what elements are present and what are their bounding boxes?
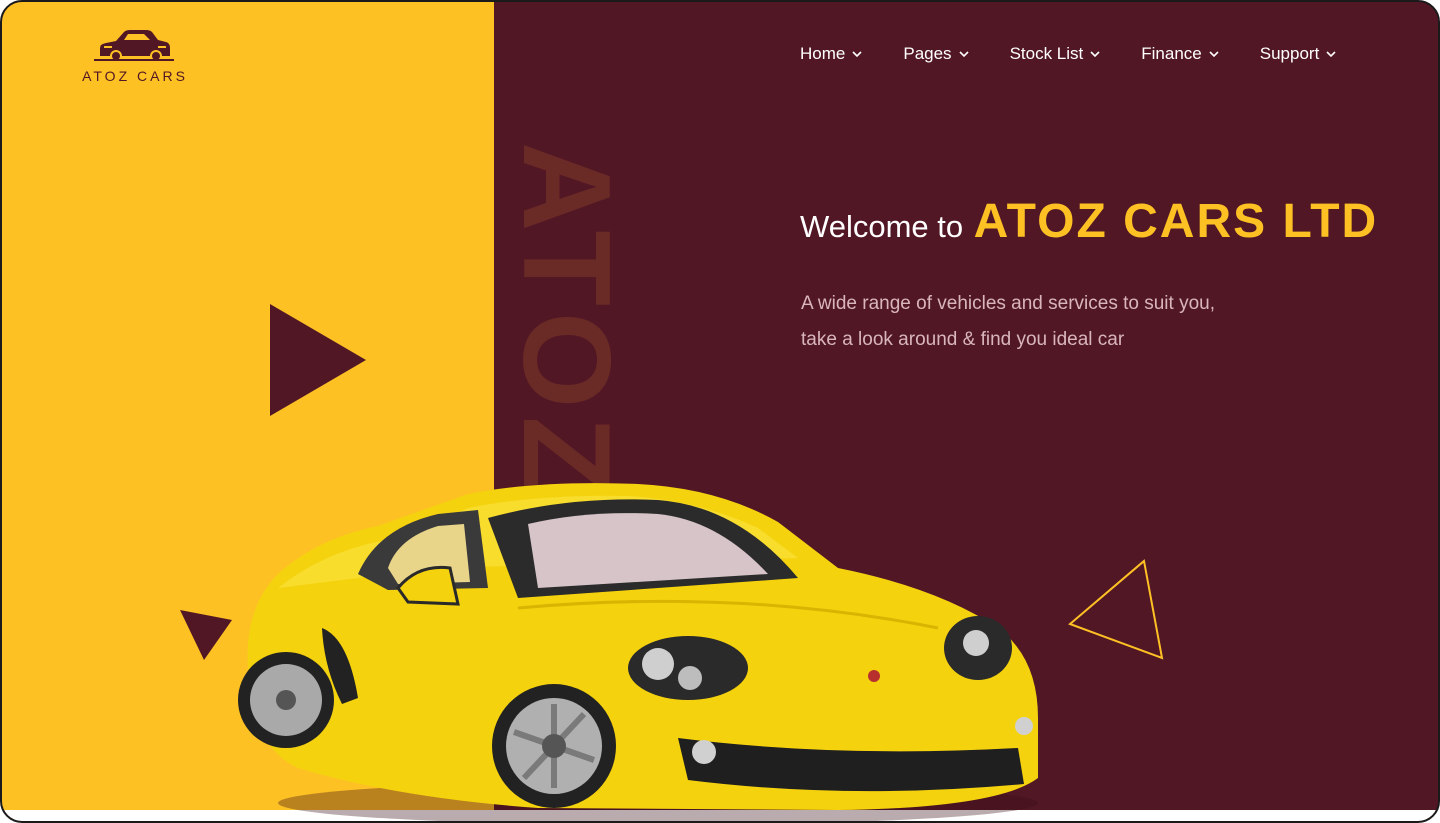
outline-triangle-icon	[1068, 559, 1164, 660]
nav-item-support[interactable]: Support	[1260, 44, 1338, 64]
nav-item-label: Stock List	[1009, 44, 1084, 63]
play-triangle-icon	[270, 304, 366, 416]
chevron-down-icon	[1326, 51, 1336, 58]
logo-text: ATOZ CARS	[82, 68, 188, 84]
hero-brand-name: ATOZ CARS LTD	[973, 195, 1379, 248]
nav-item-label: Support	[1259, 44, 1320, 63]
nav-item-home[interactable]: Home	[800, 44, 863, 64]
hero-line-2: take a look around & find you ideal car	[801, 329, 1125, 350]
chevron-down-icon	[1209, 51, 1219, 58]
hero-car-image	[238, 483, 1038, 821]
chevron-down-icon	[1090, 51, 1100, 58]
logo[interactable]: ATOZ CARS	[82, 26, 188, 86]
main-nav: Home Pages Stock List Finance Support	[800, 44, 1337, 64]
chevron-down-icon	[958, 51, 969, 58]
car-icon	[94, 30, 174, 62]
page-frame: ATOZ CARS Home Pages Stock List Finance …	[0, 0, 1440, 823]
hero-description: A wide range of vehicles and services to…	[801, 286, 1321, 358]
nav-item-stock-list[interactable]: Stock List	[1010, 44, 1102, 64]
hero-line-1: A wide range of vehicles and services to…	[801, 293, 1216, 314]
nav-item-label: Home	[800, 44, 846, 63]
hero-title: Welcome to ATOZ CARS LTD	[800, 194, 1378, 249]
nav-item-label: Pages	[903, 44, 952, 63]
watermark-text: ATOZ	[498, 142, 635, 501]
hero-welcome: Welcome to	[800, 209, 964, 244]
nav-item-finance[interactable]: Finance	[1141, 44, 1219, 64]
chevron-down-icon	[852, 51, 862, 58]
nav-item-pages[interactable]: Pages	[903, 44, 969, 64]
nav-item-label: Finance	[1141, 44, 1202, 63]
triangle-small-icon	[180, 610, 232, 660]
